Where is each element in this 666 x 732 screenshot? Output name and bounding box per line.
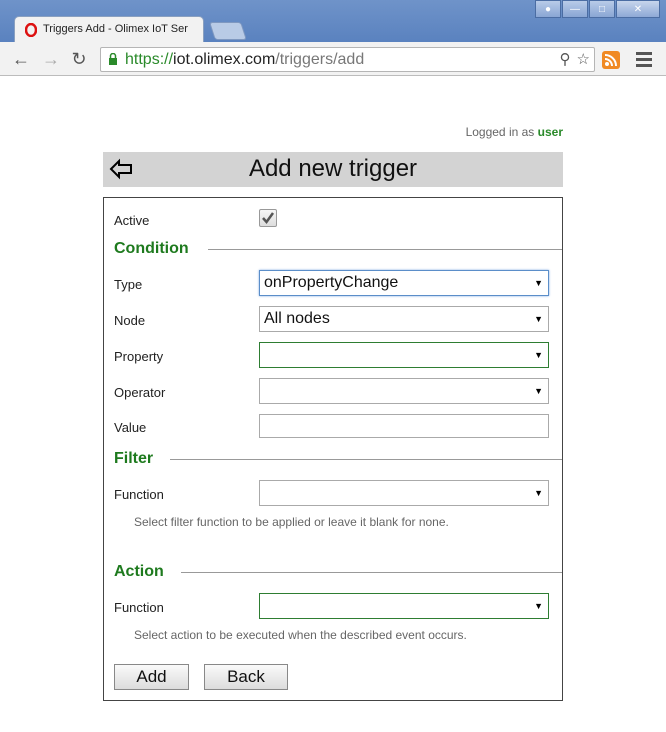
lock-icon [109, 53, 117, 65]
chevron-down-icon: ▼ [534, 314, 543, 324]
maximize-icon[interactable]: □ [589, 0, 615, 18]
node-label: Node [114, 313, 146, 328]
window-controls: ● — □ ✕ [534, 0, 660, 18]
property-label: Property [114, 349, 164, 364]
operator-label: Operator [114, 385, 166, 400]
chevron-down-icon: ▼ [534, 601, 543, 611]
filter-heading: Filter [114, 450, 154, 467]
chevron-down-icon: ▼ [534, 350, 543, 360]
browser-tab[interactable]: Triggers Add - Olimex IoT Ser [14, 16, 204, 44]
logged-in-status: Logged in as user [465, 125, 563, 139]
forward-icon[interactable]: → [40, 48, 62, 70]
page-title: Add new trigger [248, 155, 418, 182]
filter-divider [170, 459, 562, 460]
value-input[interactable] [259, 414, 549, 438]
action-heading: Action [114, 563, 164, 580]
address-bar[interactable]: https://iot.olimex.com/triggers/add ⚲ ☆ [100, 47, 595, 72]
minimize-icon[interactable]: — [562, 0, 588, 18]
chevron-down-icon: ▼ [534, 386, 543, 396]
property-select[interactable]: ▼ [259, 342, 549, 368]
operator-select[interactable]: ▼ [259, 378, 549, 404]
checkmark-icon [262, 212, 275, 225]
value-label: Value [114, 420, 147, 435]
new-tab-button[interactable] [209, 22, 247, 40]
active-checkbox[interactable] [259, 209, 277, 227]
close-icon[interactable]: ✕ [616, 0, 660, 18]
key-icon[interactable]: ⚲ [560, 50, 571, 68]
filter-help-text: Select filter function to be applied or … [134, 515, 449, 529]
browser-titlebar: Triggers Add - Olimex IoT Ser ● — □ ✕ [0, 0, 666, 44]
rss-icon[interactable] [602, 51, 620, 69]
filter-function-label: Function [114, 487, 164, 502]
condition-heading: Condition [114, 240, 189, 257]
chevron-down-icon: ▼ [534, 488, 543, 498]
tab-title: Triggers Add - Olimex IoT Ser [43, 23, 188, 35]
reload-icon[interactable]: ↻ [68, 48, 90, 70]
chevron-down-icon: ▼ [534, 278, 543, 288]
url-text: https://iot.olimex.com/triggers/add [125, 51, 365, 68]
filter-function-select[interactable]: ▼ [259, 480, 549, 506]
action-divider [181, 572, 562, 573]
trigger-form: Active Condition Type onPropertyChange ▼ … [103, 197, 563, 701]
back-button[interactable]: Back [204, 664, 288, 690]
action-help-text: Select action to be executed when the de… [134, 628, 467, 642]
type-label: Type [114, 277, 143, 292]
opera-favicon-icon [25, 23, 37, 37]
active-label: Active [114, 213, 150, 228]
browser-toolbar: ← → ↻ https://iot.olimex.com/triggers/ad… [0, 42, 666, 76]
action-function-label: Function [114, 600, 164, 615]
user-icon[interactable]: ● [535, 0, 561, 18]
node-select[interactable]: All nodes ▼ [259, 306, 549, 332]
condition-divider [208, 249, 562, 250]
browser-menu-icon[interactable] [636, 50, 652, 68]
bookmark-star-icon[interactable]: ☆ [577, 50, 590, 68]
back-icon[interactable]: ← [10, 48, 32, 70]
add-button[interactable]: Add [114, 664, 189, 690]
page-header: Add new trigger [103, 152, 563, 187]
username-link[interactable]: user [538, 125, 563, 139]
action-function-select[interactable]: ▼ [259, 593, 549, 619]
type-select[interactable]: onPropertyChange ▼ [259, 270, 549, 296]
